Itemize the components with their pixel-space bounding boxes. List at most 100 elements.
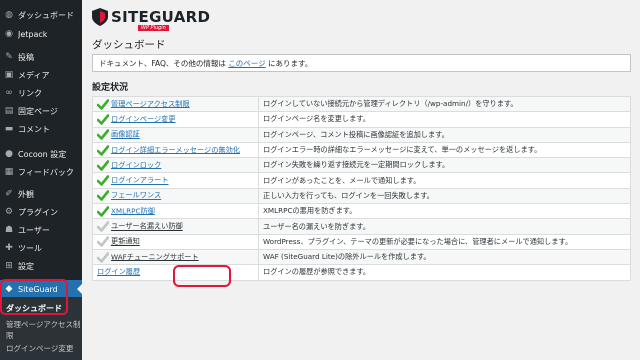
feature-cell: ユーザー名漏えい防御 [92, 218, 259, 235]
info-notice: ドキュメント、FAQ、その他の情報は このページ にあります。 [92, 54, 631, 72]
sidebar-item-label: 投稿 [18, 52, 34, 62]
feature-link[interactable]: XMLRPC防御 [111, 206, 155, 215]
feature-link[interactable]: WAFチューニングサポート [111, 252, 199, 261]
sidebar-item[interactable]: ● Cocoon 設定 [0, 145, 82, 163]
table-row: ログインページ変更 ログインページ名を変更します。 [92, 111, 631, 128]
sidebar-item[interactable]: ✚ ツール [0, 239, 82, 257]
feature-description: WAF (SiteGuard Lite)の除外ルールを作成します。 [258, 248, 631, 266]
sidebar-item-label: Jetpack [18, 29, 48, 39]
submenu-login-page[interactable]: ログインページ変更 [6, 343, 73, 354]
settings-icon: ⊞ [5, 261, 13, 271]
feature-cell: ログインロック [92, 157, 259, 174]
check-off-icon [97, 236, 109, 248]
sidebar-item-label: ダッシュボード [18, 10, 74, 20]
sidebar-item-label: ツール [18, 243, 42, 253]
sidebar-item[interactable]: ✐ 外観 [0, 185, 82, 203]
check-icon [97, 205, 109, 217]
sidebar-item-label: リンク [18, 88, 42, 98]
admin-sidebar: ◍ ダッシュボード ◉ Jetpack ✎ 投稿 ▣ メディア ∞ リンク ▤ 固定ページ ▬ コメント ●… [0, 0, 82, 360]
submenu-admin-access[interactable]: 管理ページアクセス制 [6, 319, 80, 330]
feature-cell: 画像認証 [92, 126, 259, 143]
info-link[interactable]: このページ [228, 59, 265, 68]
table-row: WAFチューニングサポート WAF (SiteGuard Lite)の除外ルールを… [92, 248, 631, 266]
feature-cell: 管理ページアクセス制限 [92, 95, 259, 113]
feature-link[interactable]: フェールワンス [111, 191, 161, 200]
table-row: 画像認証 ログインページ、コメント投稿に画像認証を追加します。 [92, 126, 631, 143]
feature-cell: WAFチューニングサポート [92, 248, 259, 266]
sidebar-item-label: コメント [18, 124, 50, 134]
check-icon [97, 190, 109, 202]
feature-link[interactable]: 更新通知 [111, 237, 140, 246]
sidebar-item[interactable]: ⚙ プラグイン [0, 203, 82, 221]
logo-subtitle: WP Plugin [138, 25, 169, 31]
page-icon: ▤ [4, 106, 14, 116]
check-off-icon [97, 221, 109, 232]
sidebar-item[interactable]: ▬ コメント [0, 120, 82, 138]
sidebar-item[interactable]: ◉ Jetpack [0, 25, 82, 43]
feature-cell: フェールワンス [92, 187, 259, 205]
feature-cell: ログイン詳細エラーメッセージの無効化 [92, 141, 259, 159]
feature-cell: XMLRPC防御 [92, 203, 259, 220]
feature-link[interactable]: 画像認証 [111, 130, 140, 139]
comment-icon: ▬ [4, 124, 14, 134]
table-row: ログイン詳細エラーメッセージの無効化 ログインエラー時の詳細なエラーメッセージに変… [92, 141, 631, 159]
sidebar-item[interactable]: ▣ メディア [0, 66, 82, 84]
feature-link[interactable]: 管理ページアクセス制限 [111, 99, 190, 108]
sidebar-item[interactable]: ✎ 投稿 [0, 48, 82, 66]
check-icon [97, 129, 109, 141]
feature-description: XMLRPCの悪用を防ぎます。 [258, 203, 631, 220]
link-icon: ∞ [5, 88, 13, 98]
dashboard-icon: ◍ [5, 10, 13, 20]
sidebar-item-label: メディア [18, 70, 50, 80]
tool-icon: ✚ [5, 243, 13, 253]
main-content: SITEGUARD WP Plugin ダッシュボード ドキュメント、FAQ、そ… [82, 0, 640, 360]
check-icon [97, 144, 109, 156]
sidebar-item-label: 外観 [18, 189, 34, 199]
appearance-icon: ✐ [5, 189, 13, 199]
feature-cell: ログインアラート [92, 172, 259, 189]
sidebar-item-label: プラグイン [18, 207, 58, 217]
feature-link[interactable]: ログインロック [111, 160, 161, 169]
feature-description: ログインページ、コメント投稿に画像認証を追加します。 [258, 126, 631, 143]
table-row: ログインアラート ログインがあったことを、メールで通知します。 [92, 172, 631, 189]
feature-description: ログイン失敗を繰り返す接続元を一定期間ロックします。 [258, 157, 631, 174]
sidebar-item[interactable]: ▦ フィードバック [0, 163, 82, 181]
sidebar-item[interactable]: ⊞ 設定 [0, 257, 82, 275]
cocoon-icon: ● [5, 149, 13, 159]
siteguard-logo: SITEGUARD WP Plugin [92, 5, 211, 31]
feature-description: ログインしていない接続元から管理ディレクトリ（/wp-admin/）を守ります。 [258, 95, 631, 113]
media-icon: ▣ [4, 70, 14, 80]
sidebar-item[interactable]: ☗ ユーザー [0, 221, 82, 239]
feature-link[interactable]: ユーザー名漏えい防御 [111, 222, 183, 231]
pin-icon: ✎ [5, 52, 13, 62]
check-icon [97, 114, 109, 125]
submenu-admin-access-cont[interactable]: 限 [6, 330, 14, 341]
check-off-icon [97, 251, 109, 263]
feature-link[interactable]: ログインページ変更 [111, 114, 176, 123]
sidebar-item-label: ユーザー [18, 225, 50, 235]
shield-icon [92, 8, 108, 26]
sidebar-item-label: 設定 [18, 261, 34, 271]
highlight-box-login-history [173, 265, 231, 287]
sidebar-item[interactable]: ◍ ダッシュボード [0, 6, 82, 24]
section-title: 設定状況 [92, 83, 129, 93]
info-text-before: ドキュメント、FAQ、その他の情報は [99, 59, 229, 68]
feature-description: ログインの履歴が参照できます。 [258, 264, 631, 281]
check-icon [97, 98, 109, 110]
check-icon [97, 160, 109, 171]
highlight-box-siteguard [0, 279, 68, 315]
logo-text: SITEGUARD [111, 7, 211, 26]
sidebar-item[interactable]: ▤ 固定ページ [0, 102, 82, 120]
table-row: フェールワンス 正しい入力を行っても、ログインを一回失敗します。 [92, 187, 631, 205]
feature-cell: ログインページ変更 [92, 111, 259, 128]
feature-link[interactable]: ログイン詳細エラーメッセージの無効化 [111, 145, 240, 154]
sidebar-item[interactable]: ∞ リンク [0, 84, 82, 102]
feature-cell: 更新通知 [92, 233, 259, 250]
feature-link[interactable]: ログイン履歴 [97, 267, 140, 276]
page-title: ダッシュボード [92, 39, 166, 51]
feature-link[interactable]: ログインアラート [111, 176, 169, 185]
jetpack-icon: ◉ [5, 29, 13, 39]
plugin-icon: ⚙ [4, 207, 14, 217]
table-row: ログインロック ログイン失敗を繰り返す接続元を一定期間ロックします。 [92, 157, 631, 174]
table-row: 管理ページアクセス制限 ログインしていない接続元から管理ディレクトリ（/wp-ad… [92, 95, 631, 113]
